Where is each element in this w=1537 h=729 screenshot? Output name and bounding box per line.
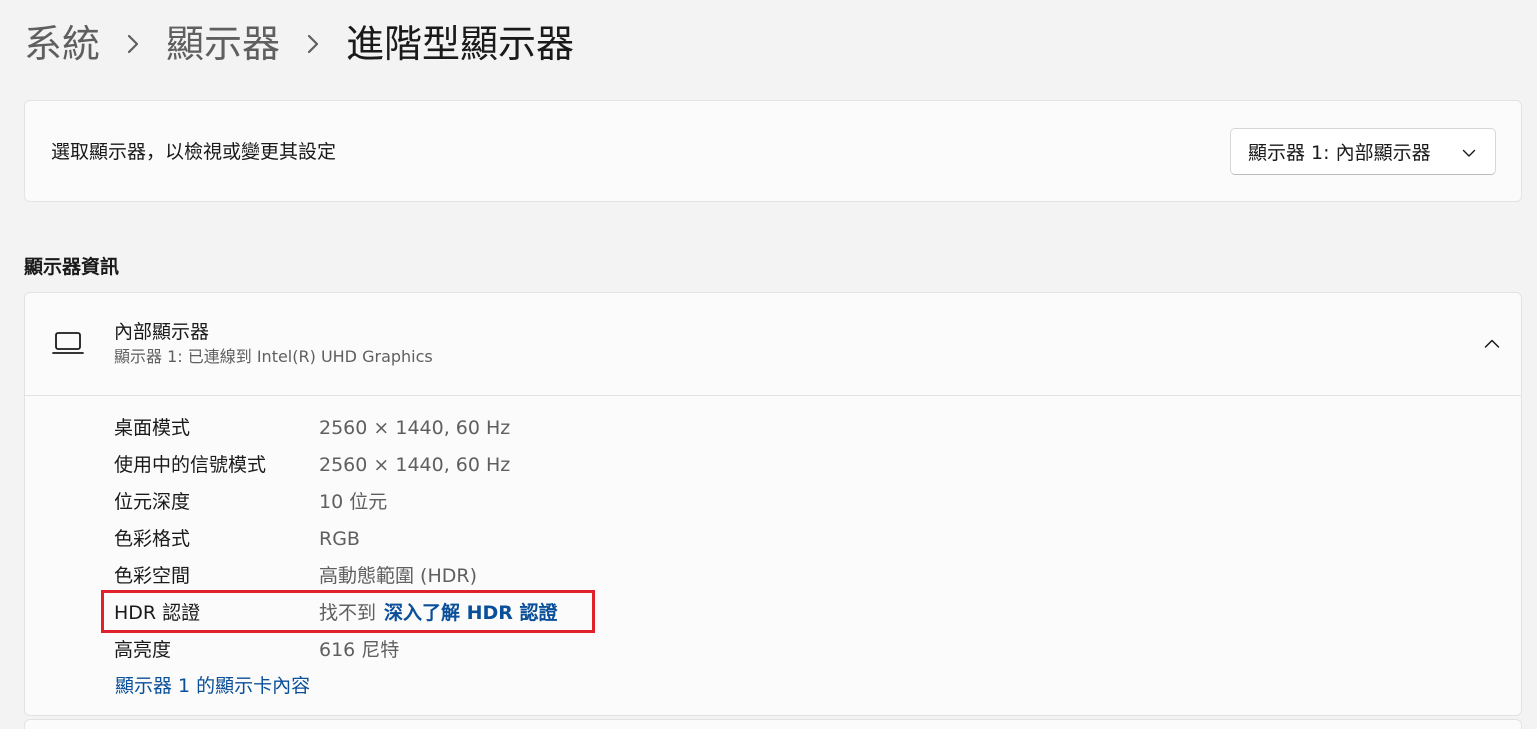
hdr-highlight-box [101, 590, 595, 633]
display-select-card: 選取顯示器，以檢視或變更其設定 顯示器 1: 內部顯示器 [24, 100, 1522, 202]
laptop-icon [51, 329, 85, 357]
info-row-value: 616 尼特 [319, 639, 400, 661]
info-row-peak-brightness: 高亮度 616 尼特 [25, 632, 1521, 669]
info-row-desktop-mode: 桌面模式 2560 × 1440, 60 Hz [25, 410, 1521, 447]
display-info-card: 內部顯示器 顯示器 1: 已連線到 Intel(R) UHD Graphics … [24, 292, 1522, 716]
chevron-down-icon [1461, 144, 1477, 160]
display-adapter-properties-link[interactable]: 顯示器 1 的顯示卡內容 [115, 669, 310, 703]
chevron-right-icon [280, 16, 346, 72]
breadcrumb-item-display[interactable]: 顯示器 [166, 16, 280, 72]
info-row-color-format: 色彩格式 RGB [25, 521, 1521, 558]
info-row-label: 高亮度 [114, 639, 172, 661]
chevron-up-icon[interactable] [1477, 329, 1507, 359]
info-row-value: 2560 × 1440, 60 Hz [319, 454, 511, 476]
info-row-value: RGB [319, 528, 360, 550]
section-title-display-info: 顯示器資訊 [24, 256, 120, 278]
info-row-value: 10 位元 [319, 491, 388, 513]
display-dropdown[interactable]: 顯示器 1: 內部顯示器 [1230, 128, 1496, 175]
breadcrumb-item-system[interactable]: 系統 [24, 16, 100, 72]
display-info-header[interactable]: 內部顯示器 顯示器 1: 已連線到 Intel(R) UHD Graphics [25, 293, 1521, 396]
info-row-label: 位元深度 [114, 491, 191, 513]
chevron-right-icon [100, 16, 166, 72]
next-card-edge [24, 719, 1522, 729]
device-name: 內部顯示器 [114, 321, 210, 343]
info-row-label: 色彩格式 [114, 528, 191, 550]
info-row-active-signal-mode: 使用中的信號模式 2560 × 1440, 60 Hz [25, 447, 1521, 484]
info-row-bit-depth: 位元深度 10 位元 [25, 484, 1521, 521]
display-dropdown-value: 顯示器 1: 內部顯示器 [1248, 142, 1431, 164]
info-row-label: 桌面模式 [114, 417, 191, 439]
page-title: 進階型顯示器 [346, 22, 575, 66]
info-row-label: 使用中的信號模式 [114, 454, 267, 476]
breadcrumb: 系統 顯示器 進階型顯示器 [24, 16, 574, 72]
display-select-label: 選取顯示器，以檢視或變更其設定 [51, 141, 337, 163]
info-row-value: 2560 × 1440, 60 Hz [319, 417, 511, 439]
device-subtitle: 顯示器 1: 已連線到 Intel(R) UHD Graphics [114, 347, 433, 366]
